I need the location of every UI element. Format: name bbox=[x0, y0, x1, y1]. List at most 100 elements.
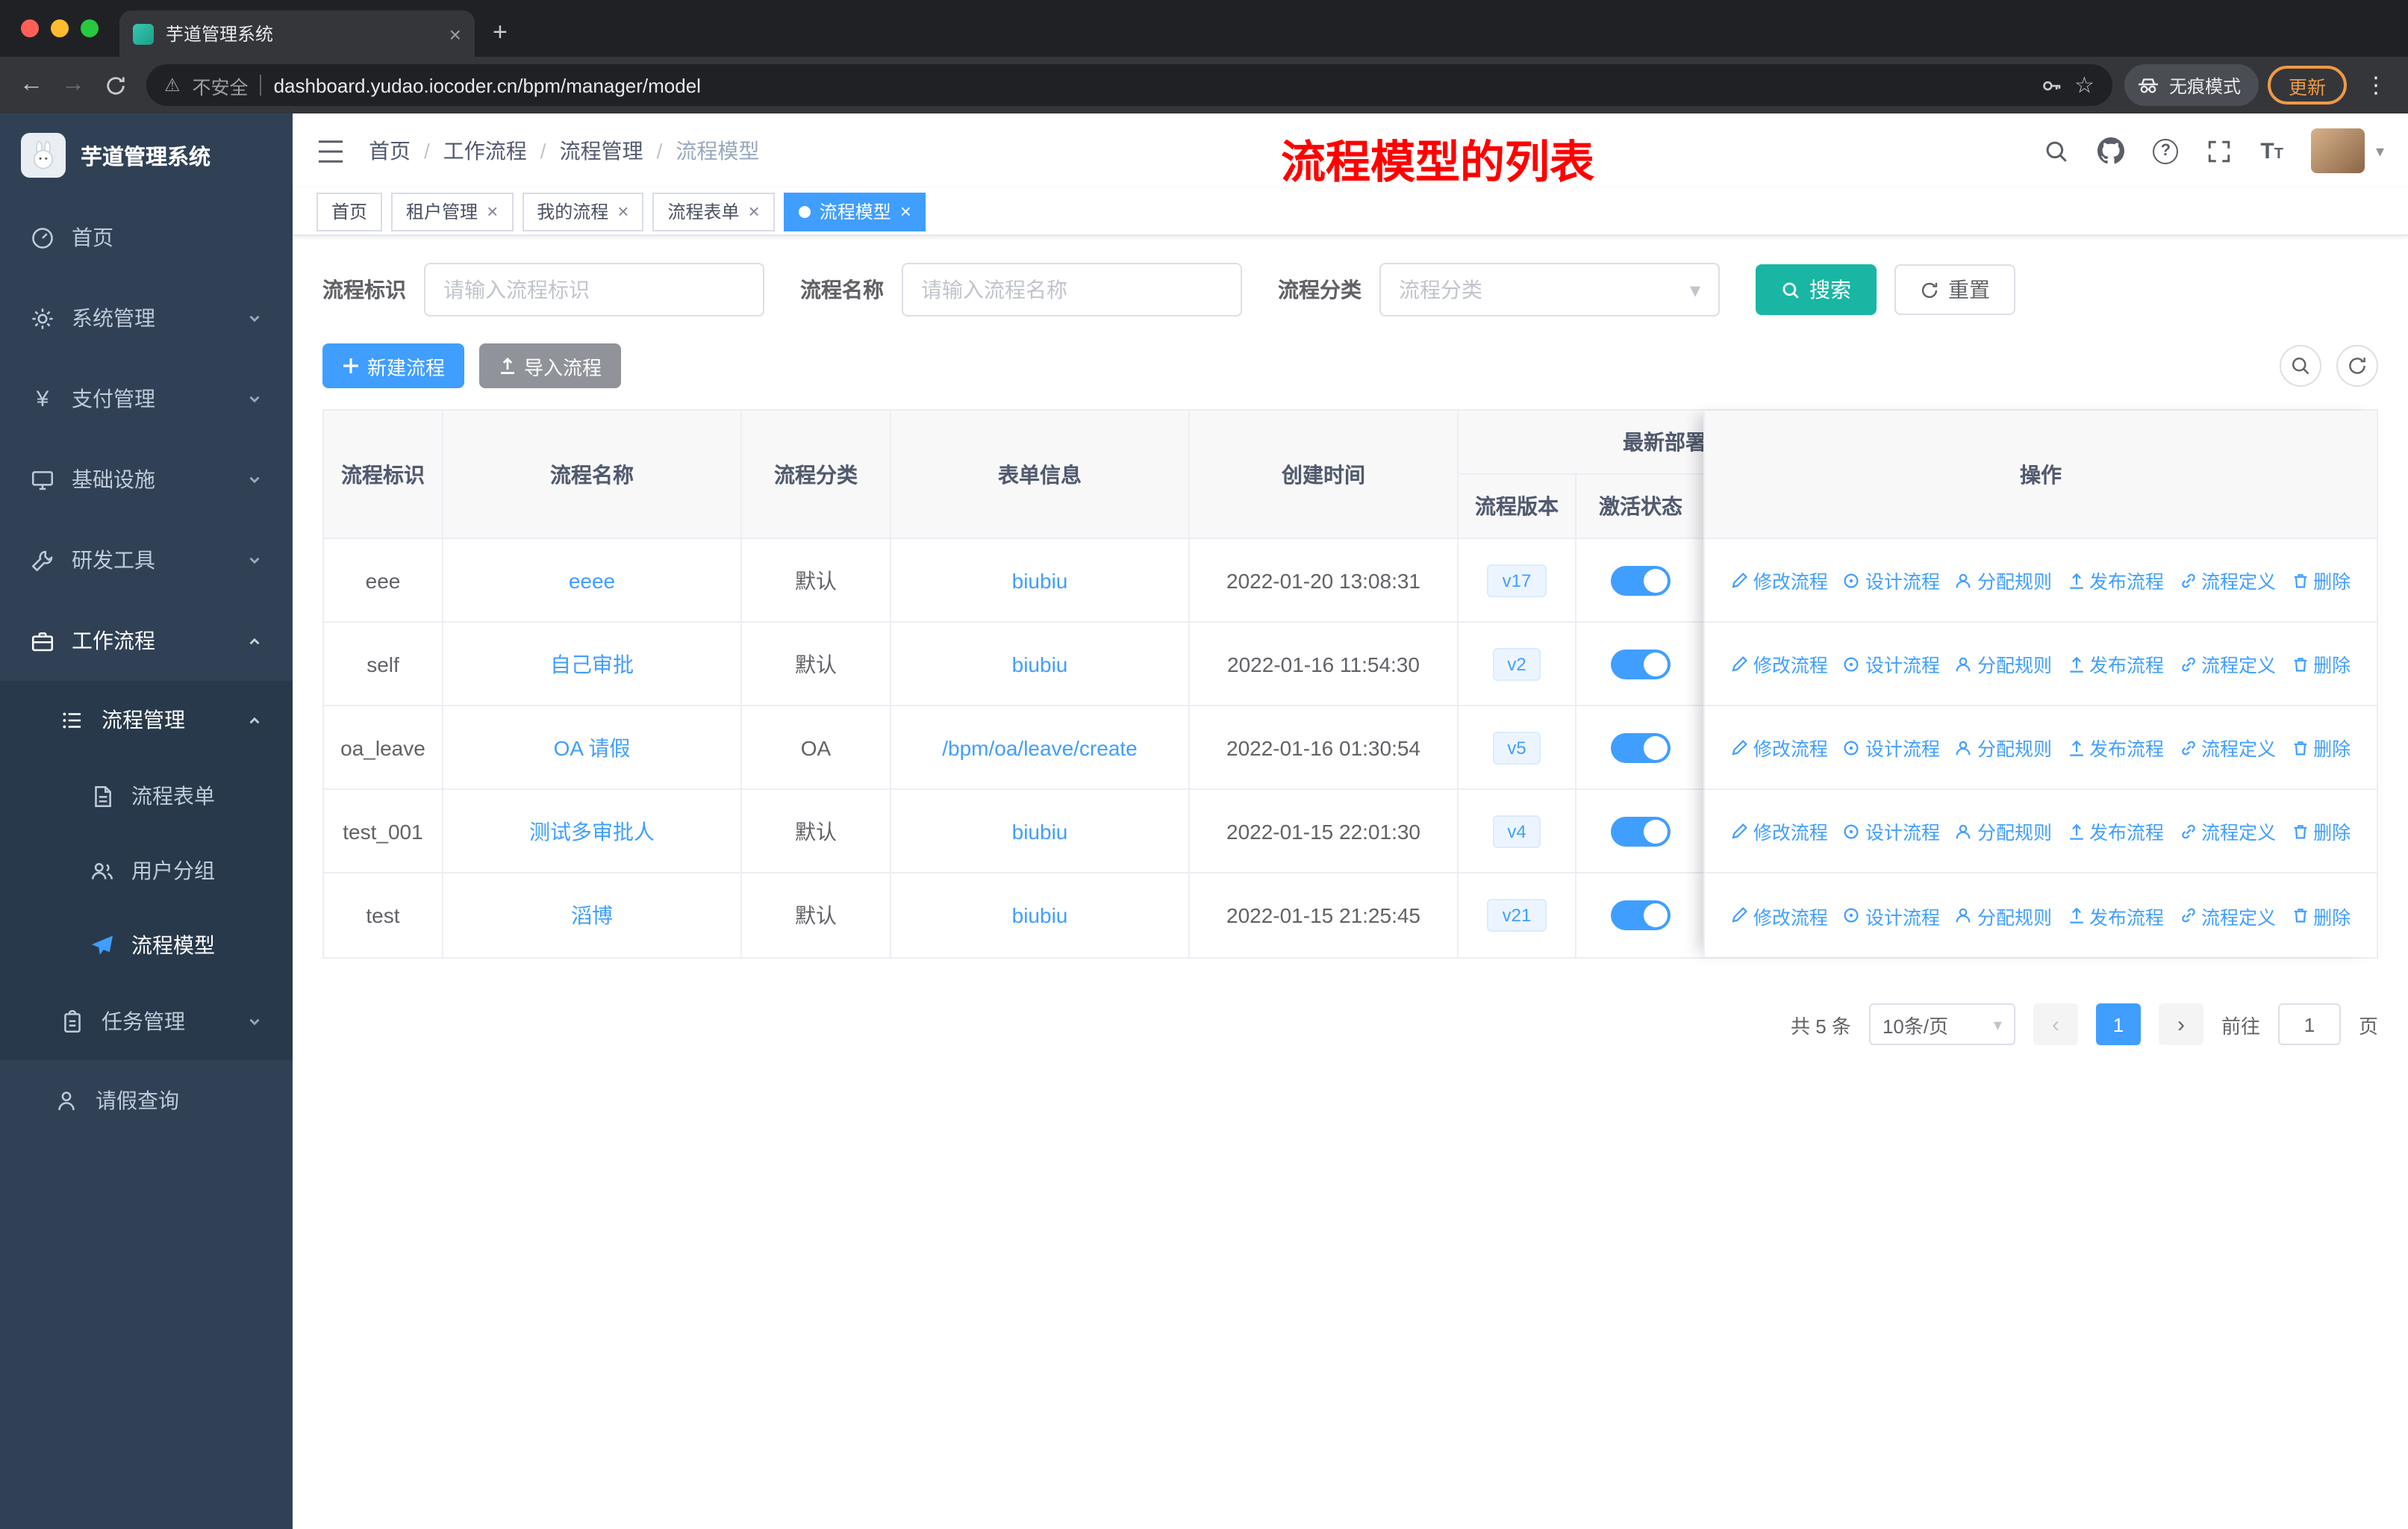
tag-process-form[interactable]: 流程表单 × bbox=[652, 192, 775, 231]
reload-icon[interactable] bbox=[96, 66, 134, 105]
sidebar-item-workflow[interactable]: 工作流程 bbox=[0, 600, 293, 681]
edit-process-link[interactable]: 修改流程 bbox=[1731, 566, 1828, 594]
delete-process-link[interactable]: 删除 bbox=[2291, 650, 2351, 678]
collapse-sidebar-icon[interactable] bbox=[316, 138, 345, 164]
tag-home[interactable]: 首页 bbox=[316, 192, 383, 231]
form-info-link[interactable]: biubiu bbox=[1012, 652, 1068, 676]
bookmark-star-icon[interactable]: ☆ bbox=[2074, 72, 2094, 99]
design-process-link[interactable]: 设计流程 bbox=[1843, 650, 1940, 678]
process-name-input[interactable] bbox=[902, 263, 1242, 317]
active-toggle[interactable] bbox=[1611, 900, 1671, 930]
edit-process-link[interactable]: 修改流程 bbox=[1731, 733, 1828, 762]
process-definition-link[interactable]: 流程定义 bbox=[2179, 650, 2276, 678]
page-size-select[interactable]: 10条/页 ▾ bbox=[1868, 1003, 2015, 1045]
incognito-badge[interactable]: 无痕模式 bbox=[2124, 64, 2259, 106]
sidebar-item-leave-query[interactable]: 请假查询 bbox=[0, 1060, 293, 1141]
github-icon[interactable] bbox=[2097, 137, 2125, 164]
create-process-button[interactable]: 新建流程 bbox=[322, 343, 465, 388]
sidebar-item-payment[interactable]: ¥ 支付管理 bbox=[0, 358, 293, 439]
breadcrumb-workflow[interactable]: 工作流程 bbox=[443, 136, 527, 166]
assign-rule-link[interactable]: 分配规则 bbox=[1955, 817, 2052, 845]
tag-process-model[interactable]: 流程模型 × bbox=[783, 192, 926, 231]
user-avatar[interactable] bbox=[2311, 128, 2365, 173]
delete-process-link[interactable]: 删除 bbox=[2291, 817, 2351, 845]
back-icon[interactable]: ← bbox=[12, 66, 51, 105]
design-process-link[interactable]: 设计流程 bbox=[1843, 901, 1940, 929]
form-info-link[interactable]: biubiu bbox=[1012, 819, 1068, 843]
app-logo[interactable]: 芋道管理系统 bbox=[0, 113, 293, 197]
design-process-link[interactable]: 设计流程 bbox=[1843, 817, 1940, 845]
fullscreen-icon[interactable] bbox=[2206, 138, 2232, 164]
toggle-search-button[interactable] bbox=[2280, 345, 2321, 387]
process-name-link[interactable]: 测试多审批人 bbox=[529, 816, 655, 846]
form-info-link[interactable]: /bpm/oa/leave/create bbox=[942, 735, 1138, 759]
sidebar-item-process-form[interactable]: 流程表单 bbox=[0, 759, 293, 833]
process-id-input[interactable] bbox=[424, 263, 764, 317]
process-definition-link[interactable]: 流程定义 bbox=[2179, 733, 2276, 762]
edit-process-link[interactable]: 修改流程 bbox=[1731, 901, 1828, 929]
close-window-button[interactable] bbox=[21, 19, 39, 37]
publish-process-link[interactable]: 发布流程 bbox=[2067, 650, 2164, 678]
process-definition-link[interactable]: 流程定义 bbox=[2179, 901, 2276, 929]
help-icon[interactable]: ? bbox=[2153, 138, 2179, 164]
form-info-link[interactable]: biubiu bbox=[1012, 903, 1068, 927]
tag-close-icon[interactable]: × bbox=[487, 200, 498, 222]
sidebar-item-process-model[interactable]: 流程模型 bbox=[0, 908, 293, 983]
edit-process-link[interactable]: 修改流程 bbox=[1731, 817, 1828, 845]
tag-close-icon[interactable]: × bbox=[900, 200, 911, 222]
breadcrumb-home[interactable]: 首页 bbox=[369, 136, 411, 166]
refresh-table-button[interactable] bbox=[2336, 345, 2378, 387]
search-button[interactable]: 搜索 bbox=[1756, 264, 1877, 315]
current-page-button[interactable]: 1 bbox=[2095, 1003, 2141, 1045]
process-name-link[interactable]: 滔博 bbox=[571, 900, 613, 930]
publish-process-link[interactable]: 发布流程 bbox=[2067, 566, 2164, 594]
reset-button[interactable]: 重置 bbox=[1894, 264, 2015, 315]
edit-process-link[interactable]: 修改流程 bbox=[1731, 650, 1828, 678]
design-process-link[interactable]: 设计流程 bbox=[1843, 733, 1940, 762]
forward-icon[interactable]: → bbox=[54, 66, 93, 105]
prev-page-button[interactable]: ‹ bbox=[2033, 1003, 2078, 1045]
tag-close-icon[interactable]: × bbox=[617, 200, 628, 222]
form-info-link[interactable]: biubiu bbox=[1012, 568, 1068, 592]
design-process-link[interactable]: 设计流程 bbox=[1843, 566, 1940, 594]
address-bar[interactable]: ⚠ 不安全 dashboard.yudao.iocoder.cn/bpm/man… bbox=[146, 64, 2112, 106]
publish-process-link[interactable]: 发布流程 bbox=[2067, 901, 2164, 929]
sidebar-item-task-management[interactable]: 任务管理 bbox=[0, 983, 293, 1060]
process-name-link[interactable]: eeee bbox=[569, 568, 615, 592]
active-toggle[interactable] bbox=[1611, 649, 1671, 679]
font-size-icon[interactable]: TT bbox=[2260, 138, 2283, 164]
assign-rule-link[interactable]: 分配规则 bbox=[1955, 733, 2052, 762]
assign-rule-link[interactable]: 分配规则 bbox=[1955, 566, 2052, 594]
browser-menu-icon[interactable]: ⋮ bbox=[2356, 72, 2396, 99]
publish-process-link[interactable]: 发布流程 bbox=[2067, 733, 2164, 762]
process-definition-link[interactable]: 流程定义 bbox=[2179, 817, 2276, 845]
sidebar-item-infrastructure[interactable]: 基础设施 bbox=[0, 439, 293, 520]
goto-page-input[interactable] bbox=[2277, 1003, 2341, 1045]
publish-process-link[interactable]: 发布流程 bbox=[2067, 817, 2164, 845]
delete-process-link[interactable]: 删除 bbox=[2291, 733, 2351, 762]
new-tab-button[interactable]: + bbox=[493, 18, 508, 48]
import-process-button[interactable]: 导入流程 bbox=[479, 343, 622, 388]
header-search-icon[interactable] bbox=[2044, 138, 2069, 164]
sidebar-item-process-management[interactable]: 流程管理 bbox=[0, 681, 293, 759]
tag-my-process[interactable]: 我的流程 × bbox=[522, 192, 644, 231]
assign-rule-link[interactable]: 分配规则 bbox=[1955, 901, 2052, 929]
active-toggle[interactable] bbox=[1611, 565, 1671, 595]
tab-close-icon[interactable]: × bbox=[449, 23, 461, 44]
active-toggle[interactable] bbox=[1611, 732, 1671, 762]
minimize-window-button[interactable] bbox=[51, 19, 69, 37]
sidebar-item-user-group[interactable]: 用户分组 bbox=[0, 833, 293, 908]
sidebar-item-home[interactable]: 首页 bbox=[0, 197, 293, 278]
browser-tab[interactable]: 芋道管理系统 × bbox=[119, 10, 475, 57]
active-toggle[interactable] bbox=[1611, 816, 1671, 846]
tag-tenant[interactable]: 租户管理 × bbox=[391, 192, 514, 231]
update-button[interactable]: 更新 bbox=[2267, 66, 2347, 105]
delete-process-link[interactable]: 删除 bbox=[2291, 566, 2351, 594]
category-select[interactable]: 流程分类 ▾ bbox=[1379, 263, 1720, 317]
process-name-link[interactable]: 自己审批 bbox=[550, 649, 634, 679]
password-key-icon[interactable] bbox=[2040, 74, 2062, 96]
process-name-link[interactable]: OA 请假 bbox=[554, 732, 631, 762]
tag-close-icon[interactable]: × bbox=[749, 200, 760, 222]
sidebar-item-system[interactable]: 系统管理 bbox=[0, 278, 293, 358]
sidebar-item-dev-tools[interactable]: 研发工具 bbox=[0, 520, 293, 600]
